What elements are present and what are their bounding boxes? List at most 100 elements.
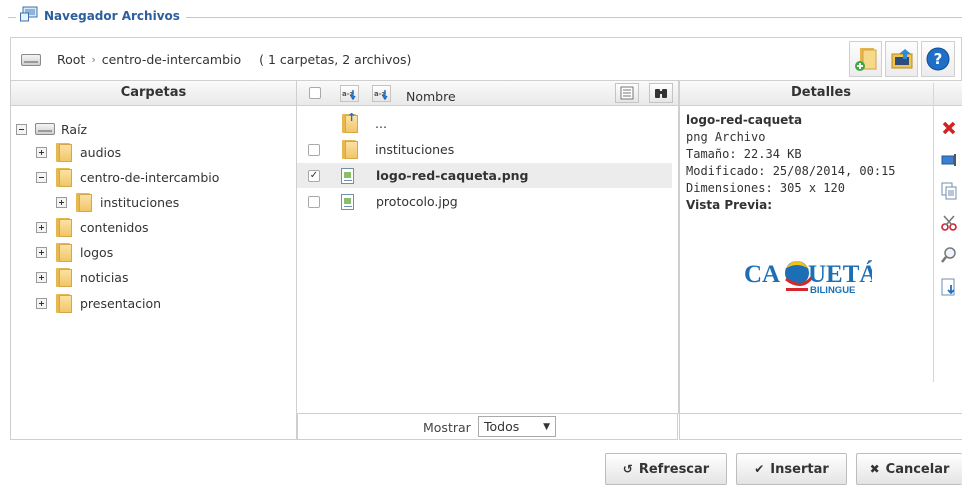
dropdown-arrow-icon: ▼: [543, 421, 550, 432]
select-all-checkbox[interactable]: [309, 87, 321, 99]
upload-icon: [891, 49, 912, 69]
folder-tree-item[interactable]: presentacion: [36, 293, 161, 313]
file-name: logo-red-caqueta.png: [376, 168, 529, 183]
folder-icon: [55, 267, 72, 287]
file-details: logo-red-caqueta png Archivo Tamaño: 22.…: [686, 112, 896, 214]
refresh-icon: ↺: [622, 462, 633, 476]
file-list-item[interactable]: protocolo.jpg: [297, 189, 672, 214]
file-list-item[interactable]: instituciones: [297, 137, 672, 162]
expand-icon[interactable]: [36, 146, 47, 158]
folders-panel-title: Carpetas: [11, 81, 296, 106]
list-view-button[interactable]: [615, 83, 639, 103]
rename-button[interactable]: [937, 148, 961, 172]
files-header: a-z a-z Nombre: [297, 81, 678, 106]
expand-icon[interactable]: [36, 271, 47, 283]
show-filter-label: Mostrar: [423, 420, 471, 435]
detail-modified: Modificado: 25/08/2014, 00:15: [686, 164, 896, 178]
rename-icon: [941, 154, 956, 166]
new-folder-icon: [854, 48, 876, 71]
insert-label: Insertar: [770, 461, 829, 477]
show-filter-select[interactable]: Todos ▼: [478, 416, 556, 437]
folder-tree-label: Raíz: [61, 121, 88, 137]
download-file-icon: [941, 278, 955, 296]
details-footer: [679, 413, 962, 440]
svg-text:UETÁ: UETÁ: [808, 260, 872, 288]
detail-type: png Archivo: [686, 130, 766, 144]
path-toolbar: Root › centro-de-intercambio ( 1 carpeta…: [10, 37, 962, 81]
sort-za-icon: a-z: [374, 90, 388, 100]
folders-panel: Carpetas Raíz audios centro-de-intercambio…: [10, 80, 297, 440]
file-list-item[interactable]: ✓ logo-red-caqueta.png: [297, 163, 672, 188]
cancel-label: Cancelar: [885, 461, 950, 477]
file-checkbox[interactable]: ✓: [308, 169, 320, 182]
parent-folder-icon: ↑: [341, 111, 358, 133]
breadcrumb-separator: ›: [91, 53, 96, 66]
expand-icon[interactable]: [36, 221, 47, 233]
detail-name: logo-red-caqueta: [686, 113, 803, 127]
details-panel-title: Detalles: [680, 81, 962, 106]
new-folder-button[interactable]: [849, 41, 882, 77]
copy-icon: [941, 182, 957, 200]
files-panel: a-z a-z Nombre ↑... instituciones ✓ logo-re…: [296, 80, 679, 414]
preview-button[interactable]: [937, 243, 961, 267]
file-checkbox[interactable]: [308, 143, 320, 156]
collapse-icon[interactable]: [36, 171, 47, 183]
refresh-button[interactable]: ↺ Refrescar: [605, 453, 727, 485]
sort-az-button[interactable]: a-z: [340, 85, 359, 102]
file-checkbox[interactable]: [308, 195, 320, 208]
detail-dimensions: Dimensiones: 305 x 120: [686, 181, 845, 195]
file-name: instituciones: [375, 142, 455, 157]
sort-az-icon: a-z: [342, 90, 356, 100]
breadcrumb-root[interactable]: Root: [57, 52, 85, 67]
help-button[interactable]: ?: [921, 41, 955, 77]
expand-icon[interactable]: [36, 246, 47, 258]
delete-button[interactable]: [937, 116, 961, 140]
folder-icon: [55, 293, 72, 313]
folder-tree-label: logos: [80, 244, 114, 260]
breadcrumb: Root › centro-de-intercambio ( 1 carpeta…: [21, 52, 411, 67]
folder-tree-item[interactable]: noticias: [36, 267, 128, 287]
check-icon: ✔: [754, 462, 765, 476]
folder-tree-item[interactable]: centro-de-intercambio: [36, 167, 219, 187]
cut-button[interactable]: [937, 211, 961, 235]
file-browser-icon: [20, 6, 38, 25]
expand-icon[interactable]: [36, 297, 47, 309]
drive-icon: [35, 123, 55, 135]
help-icon: ?: [926, 47, 950, 71]
svg-text:?: ?: [934, 50, 943, 68]
breadcrumb-current[interactable]: centro-de-intercambio: [102, 52, 241, 67]
show-filter-value: Todos: [484, 419, 520, 434]
expand-icon[interactable]: [56, 196, 67, 208]
collapse-icon[interactable]: [16, 123, 27, 135]
magnifier-icon: [941, 247, 956, 263]
folder-icon: [75, 192, 92, 212]
folder-tree-item[interactable]: contenidos: [36, 217, 149, 237]
insert-button[interactable]: ✔ Insertar: [736, 453, 847, 485]
file-name: ...: [375, 116, 387, 131]
folder-icon: [55, 142, 72, 162]
show-filter-bar: Mostrar Todos ▼: [297, 413, 678, 440]
folder-icon: [55, 217, 72, 237]
folder-tree-label: audios: [80, 144, 122, 160]
name-column-header[interactable]: Nombre: [406, 85, 456, 109]
search-files-button[interactable]: [649, 83, 673, 103]
folder-tree-item[interactable]: instituciones: [56, 192, 179, 212]
cut-icon: [941, 215, 957, 231]
folder-icon: [341, 140, 358, 159]
sort-za-button[interactable]: a-z: [372, 85, 391, 102]
file-name: protocolo.jpg: [376, 194, 458, 209]
cancel-icon: ✖: [869, 462, 880, 476]
copy-button[interactable]: [937, 179, 961, 203]
folder-tree-item[interactable]: audios: [36, 142, 121, 162]
folder-tree-label: noticias: [80, 269, 129, 285]
svg-text:BILINGUE: BILINGUE: [810, 285, 855, 296]
file-actions: [933, 83, 962, 382]
folder-tree-item[interactable]: logos: [36, 242, 113, 262]
parent-folder-row[interactable]: ↑...: [297, 111, 672, 136]
upload-button[interactable]: [885, 41, 918, 77]
folder-tree-item[interactable]: Raíz: [16, 119, 87, 139]
cancel-button[interactable]: ✖ Cancelar: [856, 453, 962, 485]
drive-icon: [21, 53, 41, 66]
download-button[interactable]: [937, 275, 961, 299]
folder-tree-label: instituciones: [100, 194, 180, 210]
